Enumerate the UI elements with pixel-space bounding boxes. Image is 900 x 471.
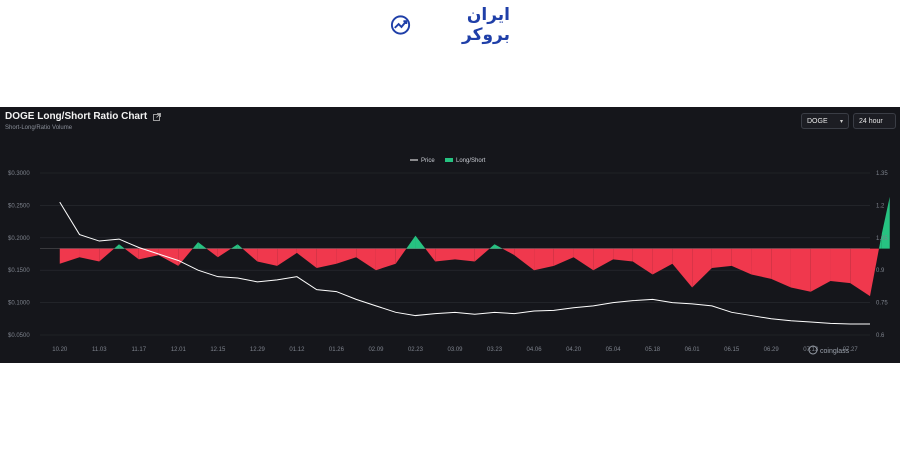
short-area [336, 248, 357, 264]
short-area [99, 248, 115, 262]
x-tick-label: 05.18 [645, 347, 661, 353]
y-left-tick-label: $0.0500 [8, 333, 30, 339]
short-area [711, 248, 732, 269]
short-area [502, 248, 515, 256]
y-left-tick-label: $0.2000 [8, 236, 30, 242]
x-tick-label: 11.03 [92, 347, 107, 353]
long-area [494, 244, 503, 249]
y-left-tick-label: $0.3000 [8, 171, 30, 177]
short-area [178, 248, 193, 266]
short-area [474, 248, 490, 262]
short-area [375, 248, 396, 271]
y-left-tick-label: $0.1500 [8, 268, 30, 274]
x-tick-label: 10.20 [52, 347, 68, 353]
short-area [277, 248, 297, 266]
short-area [850, 248, 870, 297]
x-tick-label: 04.20 [566, 347, 582, 353]
x-tick-label: 02.23 [408, 347, 424, 353]
y-right-tick-label: 1.2 [876, 203, 885, 209]
long-area [192, 242, 199, 249]
brand-logo: ایران بروکر [390, 5, 510, 45]
short-area [573, 248, 594, 271]
x-tick-label: 06.15 [724, 347, 740, 353]
short-area [296, 248, 317, 269]
short-area [425, 248, 436, 262]
long-area [489, 244, 495, 249]
watermark-text: coinglass [820, 348, 850, 355]
y-right-tick-label: 0.6 [876, 333, 885, 339]
short-area [79, 248, 100, 262]
x-tick-label: 06.01 [685, 347, 701, 353]
short-area [124, 248, 139, 260]
short-area [455, 248, 475, 262]
x-tick-label: 12.01 [171, 347, 187, 353]
chart-trend-icon [390, 15, 411, 35]
short-area [206, 248, 218, 258]
x-tick-label: 12.15 [210, 347, 226, 353]
long-area [198, 242, 207, 249]
y-right-tick-label: 0.75 [876, 301, 888, 307]
long-area [114, 244, 120, 249]
x-tick-label: 11.17 [132, 347, 147, 353]
y-right-tick-label: 0.9 [876, 268, 885, 274]
legend-price-label[interactable]: Price [421, 158, 435, 164]
short-area [534, 248, 554, 271]
x-tick-label: 03.23 [487, 347, 503, 353]
x-axis: 10.20 11.03 11.17 12.01 12.15 12.29 01.12 01.26… [52, 347, 858, 353]
x-tick-label: 12.29 [250, 347, 266, 353]
short-area [672, 248, 693, 288]
short-area [59, 248, 80, 264]
short-area [731, 248, 752, 275]
x-tick-label: 03.09 [447, 347, 463, 353]
x-tick-label: 04.06 [527, 347, 543, 353]
short-area [356, 248, 376, 271]
y-right-tick-label: 1.35 [876, 171, 888, 177]
short-area [257, 248, 278, 266]
legend-longshort-swatch [445, 158, 453, 162]
long-area [119, 244, 125, 249]
short-area [514, 248, 535, 271]
x-tick-label: 05.04 [606, 347, 622, 353]
short-area [316, 248, 337, 269]
short-area [138, 248, 159, 260]
y-left-tick-label: $0.1000 [8, 301, 30, 307]
short-area [771, 248, 791, 288]
short-area [632, 248, 653, 275]
short-area [242, 248, 258, 262]
x-tick-label: 01.12 [289, 347, 305, 353]
short-area [751, 248, 772, 279]
long-area [237, 244, 243, 249]
x-tick-label: 02.09 [368, 347, 384, 353]
short-area [790, 248, 811, 292]
short-area [692, 248, 712, 288]
chart-panel: DOGE Long/Short Ratio Chart Short-Long/R… [0, 107, 900, 363]
legend: Price Long/Short [410, 158, 486, 164]
y-axis-left: $0.0500 $0.1000 $0.1500 $0.2000 $0.2500 $0.30… [8, 171, 30, 339]
y-left-tick-label: $0.2500 [8, 203, 30, 209]
short-area [435, 248, 455, 262]
short-area [613, 248, 633, 262]
short-area [652, 248, 673, 275]
long-area [231, 244, 238, 249]
legend-longshort-label[interactable]: Long/Short [456, 158, 486, 164]
chart-svg: $0.0500 $0.1000 $0.1500 $0.2000 $0.2500 $0.30… [8, 158, 890, 355]
x-tick-label: 01.26 [329, 347, 345, 353]
short-area [217, 248, 232, 258]
x-tick-label: 06.29 [764, 347, 780, 353]
brand-text: ایران بروکر [462, 5, 510, 45]
short-area [593, 248, 614, 271]
y-right-tick-label: 1.05 [876, 236, 888, 242]
y-axis-right: 0.6 0.75 0.9 1.05 1.2 1.35 [876, 171, 888, 339]
ratio-areas [59, 196, 890, 297]
short-area [395, 248, 407, 264]
short-area [830, 248, 851, 284]
short-area [553, 248, 574, 266]
short-area [810, 248, 831, 292]
